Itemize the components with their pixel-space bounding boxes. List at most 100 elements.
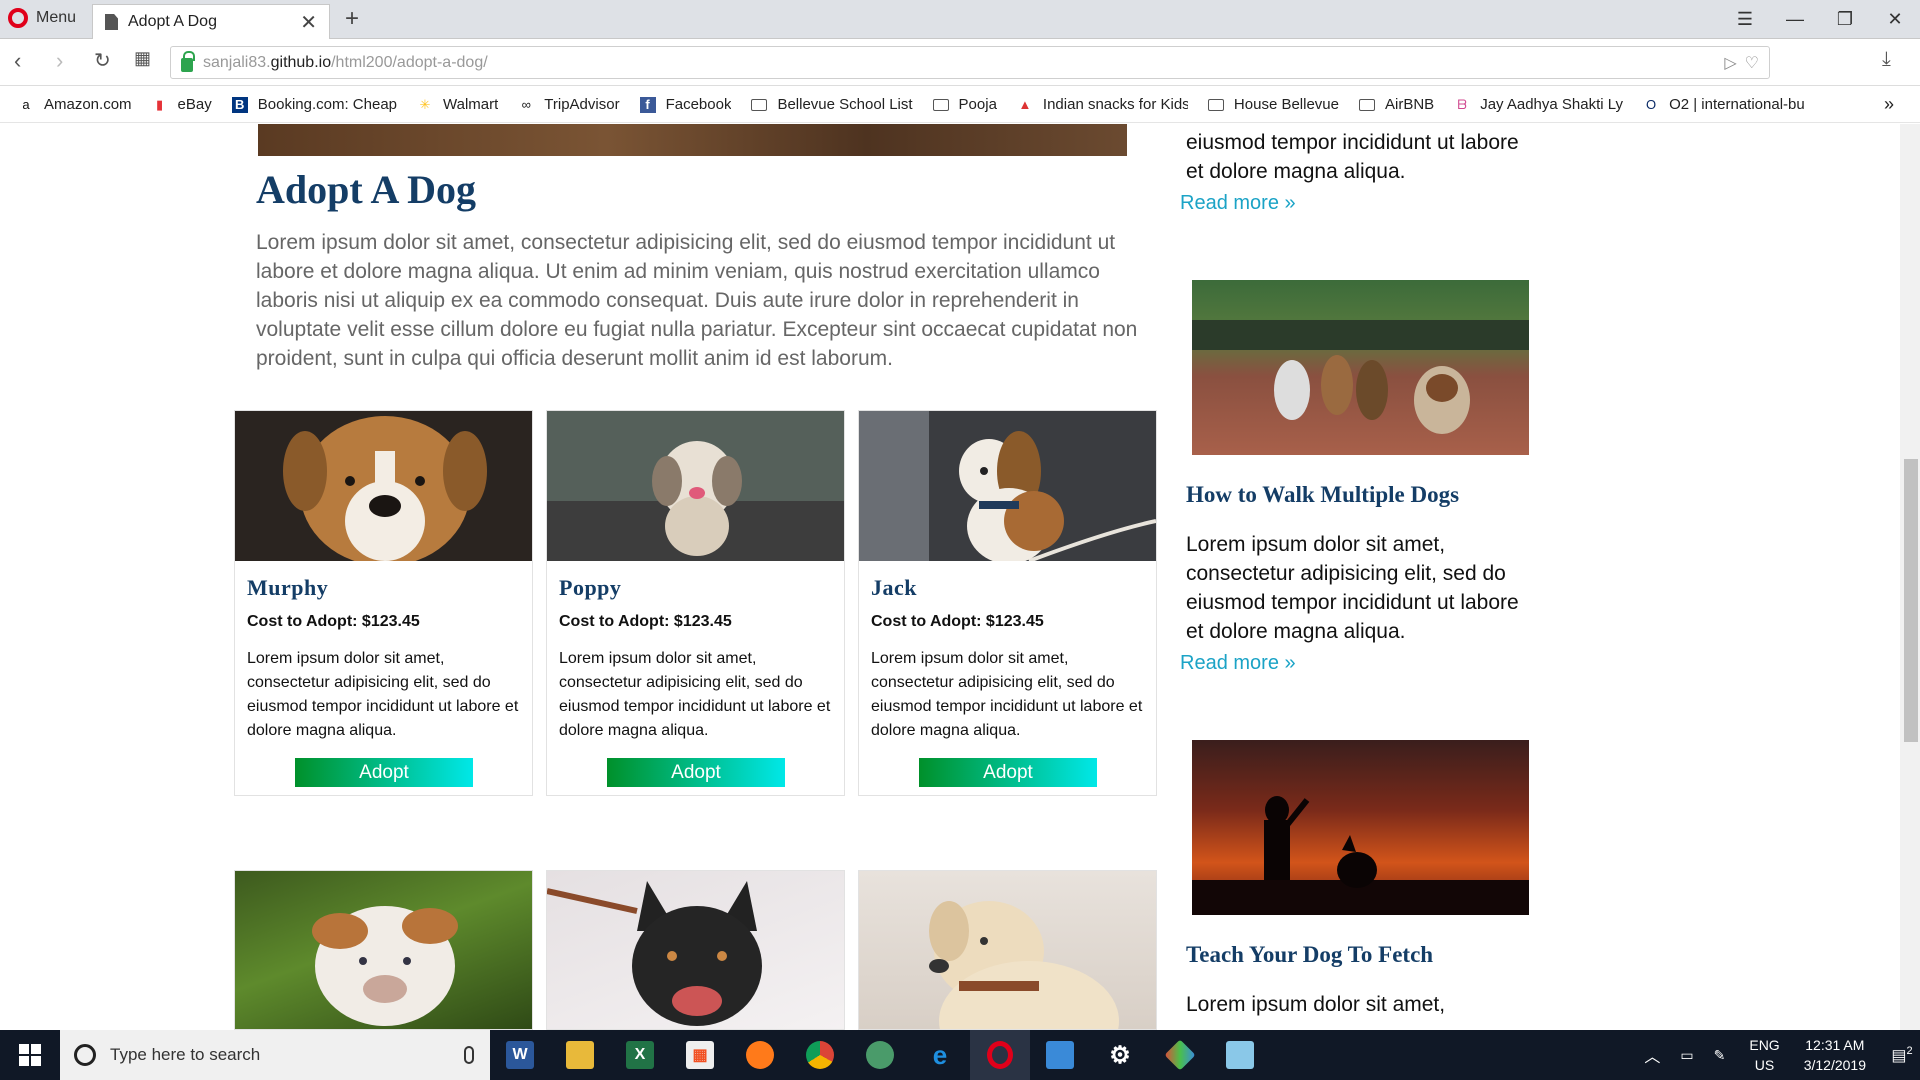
dog-photo (859, 411, 1156, 561)
article-title[interactable]: Teach Your Dog To Fetch (1186, 942, 1433, 968)
bookmark-label: TripAdvisor (544, 96, 620, 113)
page-scrollbar[interactable] (1900, 124, 1920, 1030)
bookmarks-bar: a Amazon.com ▮ eBay B Booking.com: Cheap ✳ Walm… (0, 87, 1920, 123)
fetch-sunset-photo (1192, 740, 1529, 915)
notes-app-icon[interactable] (1210, 1030, 1270, 1080)
tab-menu-icon[interactable]: ☰ (1720, 0, 1770, 39)
adopt-cost: Cost to Adopt: $123.45 (559, 613, 732, 630)
dog-description: Lorem ipsum dolor sit amet, consectetur … (247, 650, 519, 739)
dog-photo (312, 906, 458, 1026)
read-more-link[interactable]: Read more » (1180, 652, 1296, 675)
bookmark-label: Amazon.com (44, 96, 132, 113)
page-title: Adopt A Dog (256, 167, 477, 212)
excel-app-icon[interactable]: X (610, 1030, 670, 1080)
settings-gear-icon[interactable]: ⚙ (1090, 1030, 1150, 1080)
new-tab-icon[interactable]: + (345, 5, 359, 33)
dog-name: Poppy (559, 575, 622, 600)
cortana-icon (74, 1044, 96, 1066)
snacks-icon: ▲ (1018, 96, 1032, 112)
bookmark-item[interactable]: Bellevue School List (751, 96, 913, 113)
file-explorer-icon[interactable] (550, 1030, 610, 1080)
speed-dial-icon[interactable]: ▦ (134, 48, 151, 69)
article-title[interactable]: How to Walk Multiple Dogs (1186, 482, 1459, 508)
folder-icon (932, 98, 949, 111)
close-window-icon[interactable]: ✕ (1870, 0, 1920, 39)
adopt-button[interactable]: Adopt (295, 758, 473, 787)
dog-card: Murphy Cost to Adopt: $123.45 Lorem ipsum … (234, 410, 533, 796)
dog-photo (547, 881, 762, 1026)
chevron-up-icon[interactable]: ︿ (1644, 1043, 1660, 1067)
firefox-app-icon[interactable] (730, 1030, 790, 1080)
page-content: Adopt A Dog Lorem ipsum dolor sit amet, … (0, 124, 1900, 1030)
adopt-button[interactable]: Adopt (919, 758, 1097, 787)
read-more-link[interactable]: Read more » (1180, 192, 1296, 215)
store-app-icon[interactable]: ▦ (670, 1030, 730, 1080)
dog-photo-card (234, 870, 533, 1030)
tripadvisor-icon: ∞ (521, 96, 531, 112)
browser-tab-active[interactable]: Adopt A Dog ✕ (92, 4, 330, 39)
edge-app-icon[interactable]: e (910, 1030, 970, 1080)
action-center-icon[interactable]: ▤2 (1884, 1045, 1920, 1065)
word-app-icon[interactable]: W (490, 1030, 550, 1080)
url-input[interactable]: sanjali83. github.io/html200/adopt-a-dog/… (170, 46, 1770, 79)
microphone-icon[interactable] (464, 1046, 474, 1064)
taskbar-search-input[interactable]: Type here to search (60, 1030, 490, 1080)
folder-icon (751, 98, 768, 111)
bookmark-item[interactable]: O O2 | international-bu (1643, 96, 1805, 113)
bookmark-item[interactable]: ▲ Indian snacks for Kids (1017, 96, 1187, 113)
page-icon (105, 14, 118, 30)
restore-icon[interactable]: ❐ (1820, 0, 1870, 39)
news-app-icon[interactable] (1030, 1030, 1090, 1080)
dog-card: Jack Cost to Adopt: $123.45 Lorem ipsum do… (858, 410, 1157, 796)
taskbar-clock[interactable]: 12:31 AM 3/12/2019 (1804, 1035, 1866, 1075)
walmart-icon: ✳ (419, 96, 431, 112)
browser-menu-button[interactable]: Menu (8, 8, 76, 28)
git-app-icon[interactable] (1150, 1030, 1210, 1080)
facebook-icon: f (639, 96, 656, 113)
atom-app-icon[interactable] (850, 1030, 910, 1080)
bookmark-label: O2 | international-bu (1669, 96, 1805, 113)
bookmark-item[interactable]: AirBNB (1359, 96, 1434, 113)
dog-photo-card (858, 870, 1157, 1030)
battery-icon[interactable]: ▭ (1680, 1047, 1693, 1064)
bookmark-label: eBay (177, 96, 212, 113)
dog-photo (929, 901, 1119, 1029)
scrollbar-thumb[interactable] (1904, 459, 1918, 742)
bookmark-item[interactable]: ✳ Walmart (417, 96, 499, 113)
o2-icon: O (1646, 96, 1657, 112)
bookmark-item[interactable]: House Bellevue (1207, 96, 1339, 113)
article-text: Lorem ipsum dolor sit amet, (1186, 993, 1446, 1016)
folder-icon (1359, 98, 1375, 111)
intro-paragraph: Lorem ipsum dolor sit amet, consectetur … (256, 231, 1138, 370)
dog-photo (547, 411, 844, 561)
forward-icon[interactable]: › (56, 48, 63, 74)
bookmark-label: House Bellevue (1233, 96, 1339, 113)
opera-logo-icon (8, 8, 28, 28)
browser-tab-bar: Menu Adopt A Dog ✕ + ☰ — ❐ ✕ (0, 0, 1920, 39)
bookmarks-overflow-icon[interactable]: » (1884, 94, 1894, 115)
bookmark-item[interactable]: Pooja (932, 96, 997, 113)
bookmark-item[interactable]: ∞ TripAdvisor (518, 96, 620, 113)
minimize-icon[interactable]: — (1770, 0, 1820, 39)
bookmark-item[interactable]: B Booking.com: Cheap (231, 96, 397, 113)
close-tab-icon[interactable]: ✕ (300, 10, 317, 35)
bookmark-item[interactable]: ▮ eBay (152, 96, 212, 113)
download-icon[interactable]: ⤓ (1882, 48, 1891, 71)
send-icon[interactable]: ▷ (1724, 53, 1736, 73)
bookmark-item[interactable]: f Facebook (639, 96, 731, 113)
adopt-button[interactable]: Adopt (607, 758, 785, 787)
bookmark-label: Bellevue School List (777, 96, 913, 113)
chrome-app-icon[interactable] (790, 1030, 850, 1080)
bookmark-item[interactable]: a Amazon.com (18, 96, 132, 113)
bookmark-item[interactable]: ᗷ Jay Aadhya Shakti Ly (1454, 96, 1623, 113)
bookmark-label: Pooja (958, 96, 997, 113)
pen-icon[interactable]: ✎ (1714, 1047, 1726, 1064)
language-indicator[interactable]: ENG US (1749, 1035, 1779, 1075)
opera-app-icon[interactable] (970, 1030, 1030, 1080)
clock-time: 12:31 AM (1805, 1037, 1865, 1053)
reload-icon[interactable]: ↻ (94, 48, 111, 73)
start-button[interactable] (0, 1030, 60, 1080)
window-controls: ☰ — ❐ ✕ (1720, 0, 1920, 39)
heart-icon[interactable]: ♡ (1745, 53, 1759, 73)
back-icon[interactable]: ‹ (14, 48, 21, 74)
